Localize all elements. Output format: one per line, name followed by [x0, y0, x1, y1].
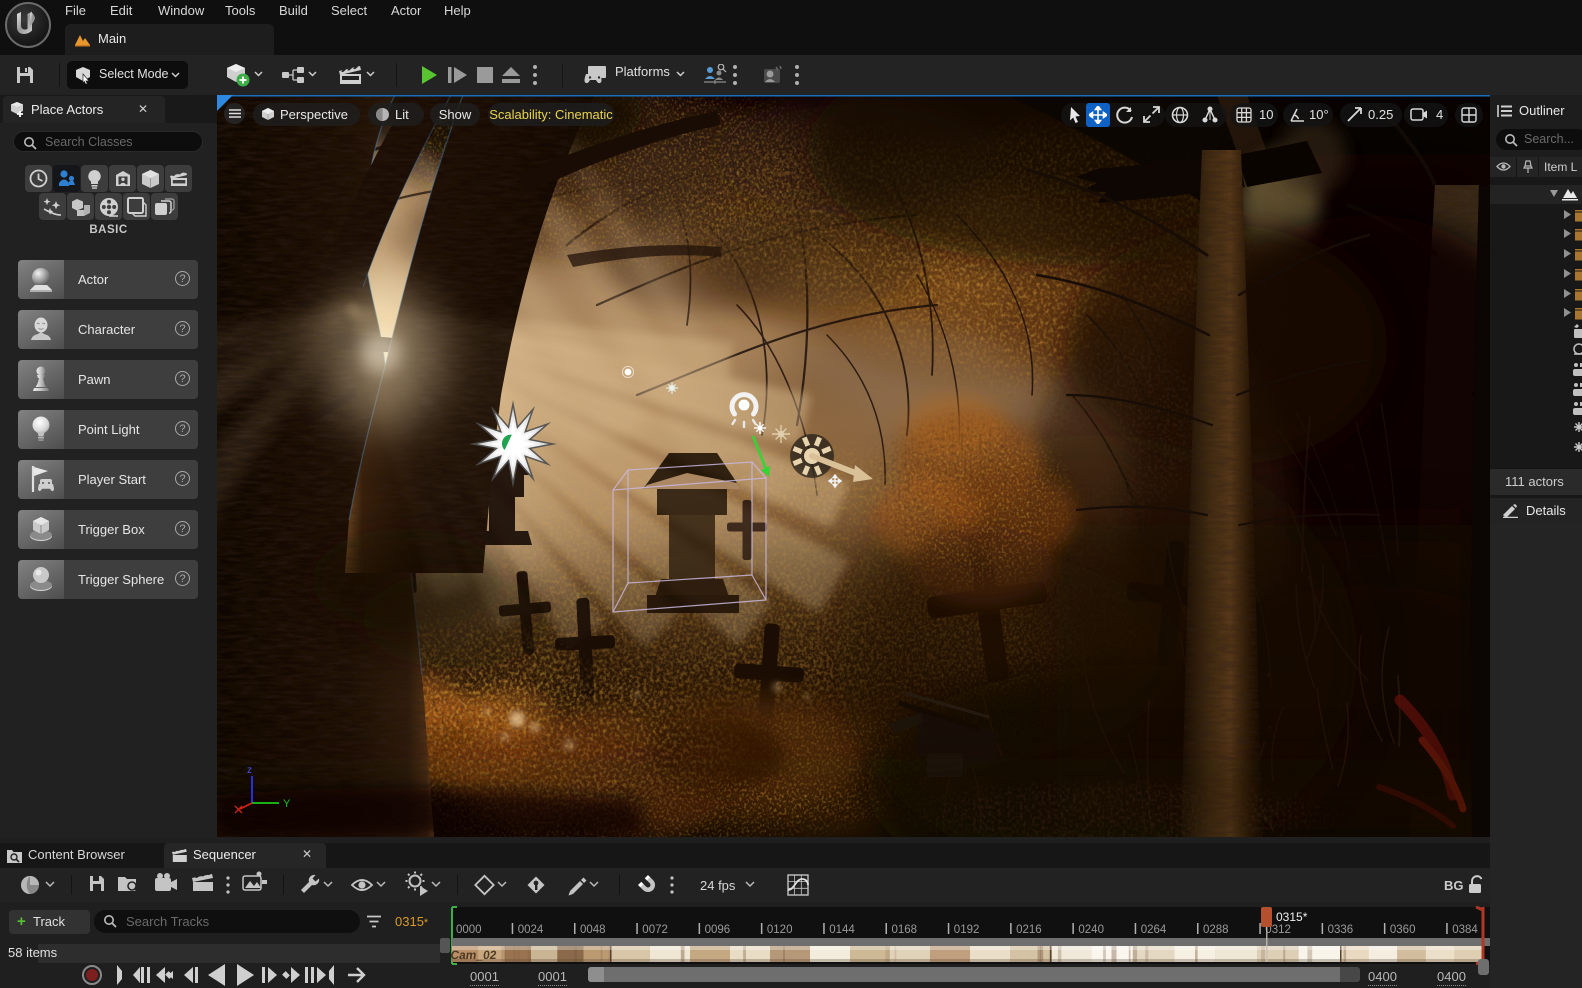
- svg-text:BG: BG: [1444, 878, 1464, 893]
- svg-text:0072: 0072: [642, 924, 668, 936]
- svg-text:0048: 0048: [580, 924, 606, 936]
- svg-text:0336: 0336: [1328, 924, 1354, 936]
- svg-text:0315*: 0315*: [1276, 910, 1308, 924]
- svg-text:0216: 0216: [1016, 924, 1042, 936]
- svg-text:Cam_02: Cam_02: [450, 948, 498, 962]
- svg-text:0096: 0096: [705, 924, 731, 936]
- svg-text:0000: 0000: [456, 924, 482, 936]
- svg-text:0288: 0288: [1203, 924, 1229, 936]
- svg-text:24 fps: 24 fps: [700, 878, 736, 893]
- svg-text:0384: 0384: [1452, 924, 1478, 936]
- svg-text:0024: 0024: [518, 924, 544, 936]
- svg-text:0264: 0264: [1141, 924, 1167, 936]
- svg-text:Y: Y: [283, 798, 291, 810]
- svg-text:0240: 0240: [1078, 924, 1104, 936]
- svg-text:0360: 0360: [1390, 924, 1416, 936]
- svg-text:0120: 0120: [767, 924, 793, 936]
- svg-text:0192: 0192: [954, 924, 980, 936]
- svg-text:z: z: [247, 765, 252, 776]
- svg-text:0168: 0168: [892, 924, 918, 936]
- svg-text:0144: 0144: [829, 924, 855, 936]
